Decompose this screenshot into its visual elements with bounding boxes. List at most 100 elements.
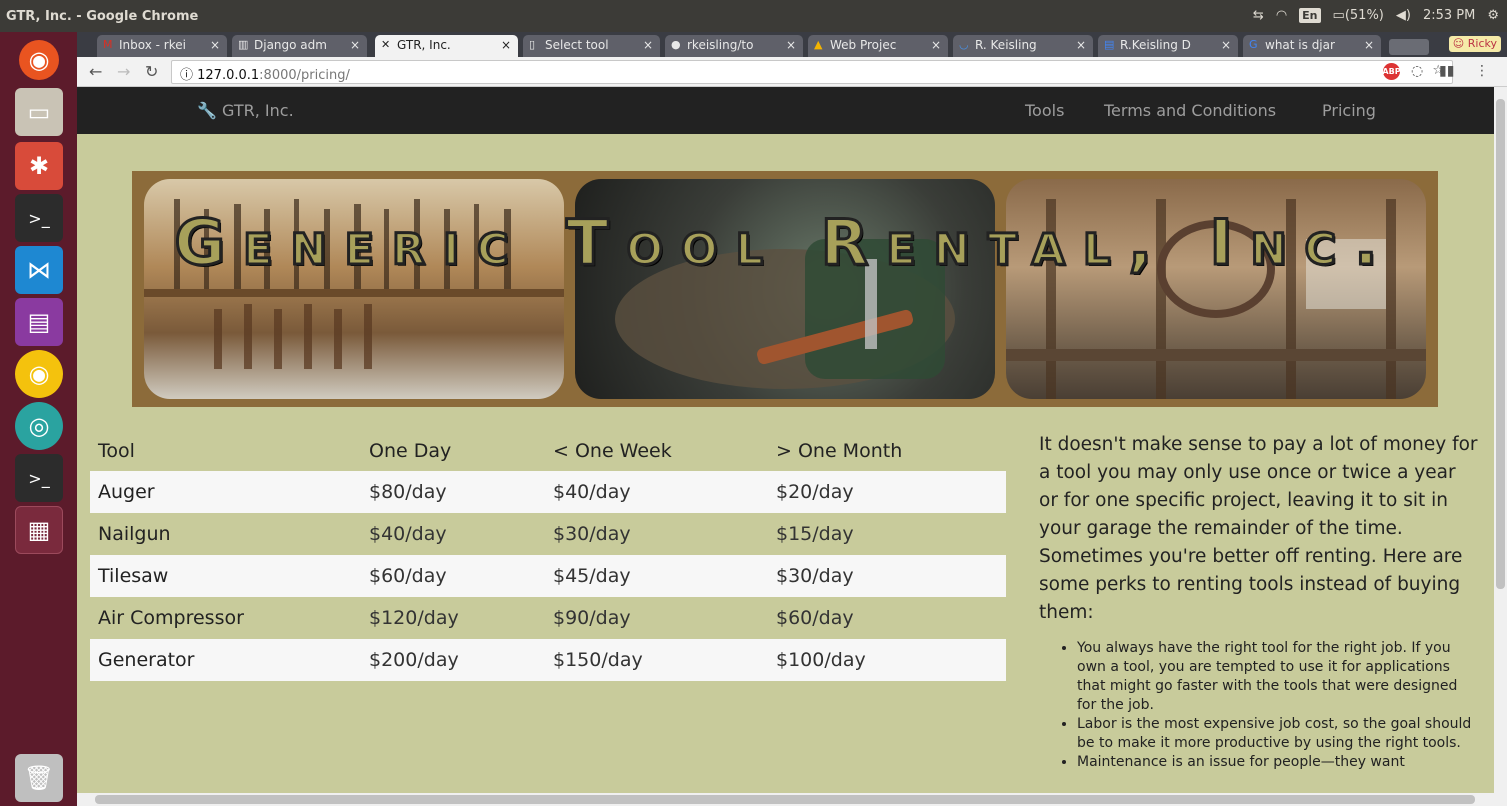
brand-link[interactable]: 🔧 GTR, Inc.: [197, 101, 294, 120]
network-icon[interactable]: ⇆: [1253, 8, 1264, 23]
terminal-icon-2[interactable]: >_: [15, 454, 63, 502]
scroll-thumb[interactable]: [1496, 99, 1505, 589]
price-month: $20/day: [768, 471, 1006, 513]
battery-percent: (51%): [1344, 8, 1384, 23]
settings-tools-icon[interactable]: ✱: [15, 142, 63, 190]
close-icon[interactable]: ×: [643, 38, 653, 52]
price-month: $60/day: [776, 607, 854, 629]
github-icon: ●: [671, 38, 681, 51]
tab-r-keisling[interactable]: ◡ R. Keisling ×: [953, 35, 1093, 57]
col-header-tool: Tool: [98, 440, 135, 462]
pricing-table: Tool One Day < One Week > One Month Auge…: [90, 431, 1006, 681]
tab-label: what is djar: [1265, 38, 1335, 52]
price-day: $120/day: [369, 607, 459, 629]
price-day: $80/day: [361, 471, 545, 513]
terminal-icon[interactable]: >_: [15, 194, 63, 242]
tab-django-admin[interactable]: ▥ Django adm ×: [232, 35, 367, 57]
price-day: $60/day: [361, 555, 545, 597]
table-row: Auger $80/day $40/day $20/day: [90, 471, 1006, 513]
workspace-switcher-icon[interactable]: ▦: [15, 506, 63, 554]
close-icon[interactable]: ×: [1364, 38, 1374, 52]
cast-icon[interactable]: ◌: [1411, 63, 1423, 79]
adblock-icon[interactable]: ABP: [1382, 63, 1401, 80]
back-icon[interactable]: ←: [89, 62, 102, 81]
tab-github[interactable]: ● rkeisling/to ×: [665, 35, 803, 57]
col-header-one-day: One Day: [369, 440, 452, 462]
price-day: $200/day: [361, 639, 545, 681]
close-icon[interactable]: ×: [501, 38, 511, 52]
wifi-icon[interactable]: ◠: [1276, 8, 1287, 23]
price-week: $45/day: [545, 555, 768, 597]
close-icon[interactable]: ×: [786, 38, 796, 52]
loading-icon: ◡: [959, 38, 969, 51]
os-top-panel: GTR, Inc. - Google Chrome ⇆ ◠ En ▭(51%) …: [0, 0, 1507, 32]
list-item: You always have the right tool for the r…: [1077, 639, 1479, 715]
table-row: Generator $200/day $150/day $100/day: [90, 639, 1006, 681]
extension-icon[interactable]: ▮▮: [1439, 63, 1454, 79]
gitkraken-icon[interactable]: ◎: [15, 402, 63, 450]
info-icon[interactable]: ⓘ: [180, 68, 197, 83]
files-icon[interactable]: ▭: [15, 88, 63, 136]
scroll-thumb[interactable]: [95, 795, 1475, 804]
tab-google-search[interactable]: Gwhat is djar ×: [1243, 35, 1381, 57]
horizontal-scrollbar[interactable]: [77, 793, 1507, 806]
close-icon[interactable]: ×: [1221, 38, 1231, 52]
site-navbar: 🔧 GTR, Inc. Tools Terms and Conditions P…: [77, 87, 1494, 134]
close-icon[interactable]: ×: [931, 38, 941, 52]
table-row: Air Compressor $120/day $90/day $60/day: [90, 597, 1006, 639]
tab-label: R.Keisling D: [1120, 38, 1191, 52]
app-window-icon[interactable]: ▤: [15, 298, 63, 346]
unity-launcher: ◉ ▭ ✱ >_ ⋈ ▤ ◉ ◎ >_ ▦ 🗑: [0, 32, 77, 806]
close-icon[interactable]: ×: [1076, 38, 1086, 52]
url-path: :8000/pricing/: [259, 68, 350, 83]
menu-icon[interactable]: ⋮: [1475, 63, 1489, 79]
tab-label: Web Projec: [830, 38, 897, 52]
nav-terms[interactable]: Terms and Conditions: [1104, 101, 1276, 120]
tab-label: rkeisling/to: [687, 38, 754, 52]
banner-title: Generic Tool Rental, Inc.: [173, 206, 1396, 279]
tab-label: Django adm: [254, 38, 327, 52]
price-week: $150/day: [545, 639, 768, 681]
forward-icon[interactable]: →: [117, 62, 130, 81]
google-icon: G: [1249, 38, 1258, 51]
trash-icon[interactable]: 🗑: [15, 754, 63, 802]
intro-paragraph: It doesn't make sense to pay a lot of mo…: [1039, 434, 1478, 623]
vscode-icon[interactable]: ⋈: [15, 246, 63, 294]
table-row: Tilesaw $60/day $45/day $30/day: [90, 555, 1006, 597]
price-month: $30/day: [768, 555, 1006, 597]
clock[interactable]: 2:53 PM: [1423, 8, 1475, 23]
system-tray: ⇆ ◠ En ▭(51%) ◀) 2:53 PM ⚙: [1253, 8, 1499, 23]
gear-icon[interactable]: ⚙: [1487, 8, 1499, 23]
new-tab-button[interactable]: [1389, 39, 1429, 55]
close-icon[interactable]: ×: [350, 38, 360, 52]
tab-strip: M Inbox - rkei × ▥ Django adm × ✕ GTR, Inc. × …: [77, 32, 1507, 57]
tab-gtr-inc[interactable]: ✕ GTR, Inc. ×: [375, 35, 518, 57]
page-viewport: 🔧 GTR, Inc. Tools Terms and Conditions P…: [77, 87, 1494, 793]
close-icon[interactable]: ×: [210, 38, 220, 52]
tool-name: Air Compressor: [98, 607, 244, 629]
reload-icon[interactable]: ↻: [145, 62, 158, 81]
battery-indicator[interactable]: ▭(51%): [1333, 8, 1384, 23]
list-item: Labor is the most expensive job cost, so…: [1077, 715, 1479, 753]
price-month: $100/day: [768, 639, 1006, 681]
book-icon: ▥: [238, 38, 249, 51]
address-bar[interactable]: ⓘ 127.0.0.1:8000/pricing/ ☆: [171, 60, 1453, 84]
volume-icon[interactable]: ◀): [1396, 8, 1411, 23]
nav-tools[interactable]: Tools: [1025, 101, 1064, 120]
price-week: $40/day: [545, 471, 768, 513]
url-host: 127.0.0.1: [197, 68, 260, 83]
tab-inbox[interactable]: M Inbox - rkei ×: [97, 35, 227, 57]
tab-select-tool[interactable]: ▯ Select tool ×: [523, 35, 660, 57]
keyboard-layout[interactable]: En: [1299, 8, 1321, 23]
vertical-scrollbar[interactable]: [1494, 87, 1507, 793]
chrome-icon[interactable]: ◉: [15, 350, 63, 398]
nav-pricing[interactable]: Pricing: [1322, 101, 1376, 120]
tab-r-keisling-docs[interactable]: ▤ R.Keisling D ×: [1098, 35, 1238, 57]
tab-label: Select tool: [545, 38, 609, 52]
page-icon: ▯: [529, 38, 536, 51]
drive-icon: ▲: [814, 38, 823, 51]
profile-button[interactable]: ☺ Ricky: [1448, 36, 1501, 52]
tab-web-projects[interactable]: ▲ Web Projec ×: [808, 35, 948, 57]
ubuntu-logo-icon[interactable]: ◉: [19, 40, 59, 80]
table-header-row: Tool One Day < One Week > One Month: [90, 431, 1006, 471]
